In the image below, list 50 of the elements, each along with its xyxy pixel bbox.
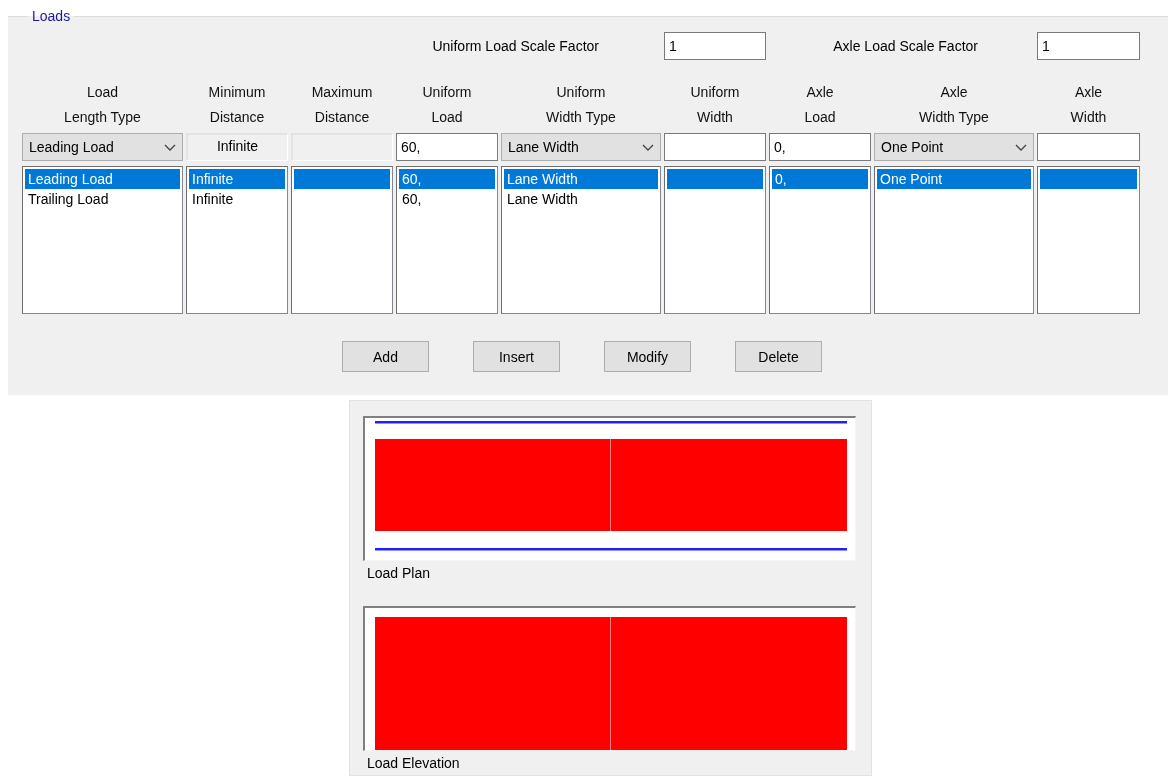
chevron-icon bbox=[1015, 143, 1027, 151]
column-header: Minimum Distance bbox=[207, 83, 267, 127]
column-header: Axle Width bbox=[1069, 83, 1108, 127]
list-box[interactable]: Lane Width Lane Width bbox=[501, 166, 661, 314]
column-header: Axle Width Type bbox=[918, 83, 990, 127]
input-field[interactable]: 0, bbox=[769, 133, 871, 161]
readonly-field: Infinite bbox=[186, 133, 288, 161]
list-item[interactable]: 60, bbox=[399, 189, 495, 209]
action-button[interactable]: Add bbox=[342, 341, 429, 372]
list-item[interactable]: Trailing Load bbox=[25, 189, 180, 209]
action-button[interactable]: Insert bbox=[473, 341, 560, 372]
list-box[interactable] bbox=[1037, 166, 1140, 314]
list-box[interactable] bbox=[664, 166, 766, 314]
list-item[interactable]: Lane Width bbox=[504, 169, 658, 189]
preview-caption: Load Elevation bbox=[367, 754, 460, 772]
dropdown[interactable]: One Point bbox=[874, 133, 1034, 161]
list-item[interactable]: Leading Load bbox=[25, 169, 180, 189]
list-item[interactable]: One Point bbox=[877, 169, 1031, 189]
list-item[interactable]: Infinite bbox=[189, 189, 285, 209]
input-field[interactable] bbox=[664, 133, 766, 161]
chevron-icon bbox=[642, 143, 654, 151]
input-field[interactable] bbox=[1037, 133, 1140, 161]
preview-caption: Load Plan bbox=[367, 564, 431, 582]
dropdown[interactable]: Leading Load bbox=[22, 133, 183, 161]
column-header: Axle Load bbox=[803, 83, 837, 127]
chevron-icon bbox=[164, 143, 176, 151]
list-box[interactable]: Leading Load Trailing Load bbox=[22, 166, 183, 314]
dropdown[interactable]: Lane Width bbox=[501, 133, 661, 161]
list-box[interactable]: One Point bbox=[874, 166, 1034, 314]
list-box[interactable]: 60, 60, bbox=[396, 166, 498, 314]
group-title: Loads bbox=[31, 8, 72, 24]
column-header: Maximum Distance bbox=[310, 83, 374, 127]
scale-factor-label: Axle Load Scale Factor bbox=[833, 38, 978, 54]
scale-factor-label: Uniform Load Scale Factor bbox=[432, 38, 599, 54]
scale-factor-field[interactable]: 1 bbox=[664, 32, 766, 60]
action-button[interactable]: Delete bbox=[735, 341, 822, 372]
column-header: Uniform Load bbox=[421, 83, 473, 127]
action-button[interactable]: Modify bbox=[604, 341, 691, 372]
list-item[interactable]: 60, bbox=[399, 169, 495, 189]
column-header: Uniform Width Type bbox=[545, 83, 617, 127]
scale-factor-field[interactable]: 1 bbox=[1037, 32, 1140, 60]
list-item[interactable]: 0, bbox=[772, 169, 868, 189]
list-item[interactable]: Infinite bbox=[189, 169, 285, 189]
list-box[interactable]: Infinite Infinite bbox=[186, 166, 288, 314]
list-box[interactable]: 0, bbox=[769, 166, 871, 314]
list-item[interactable]: Lane Width bbox=[504, 189, 658, 209]
column-header: Uniform Width bbox=[689, 83, 741, 127]
list-box[interactable] bbox=[291, 166, 393, 314]
column-header: Load Length Type bbox=[63, 83, 142, 127]
input-field[interactable]: 60, bbox=[396, 133, 498, 161]
